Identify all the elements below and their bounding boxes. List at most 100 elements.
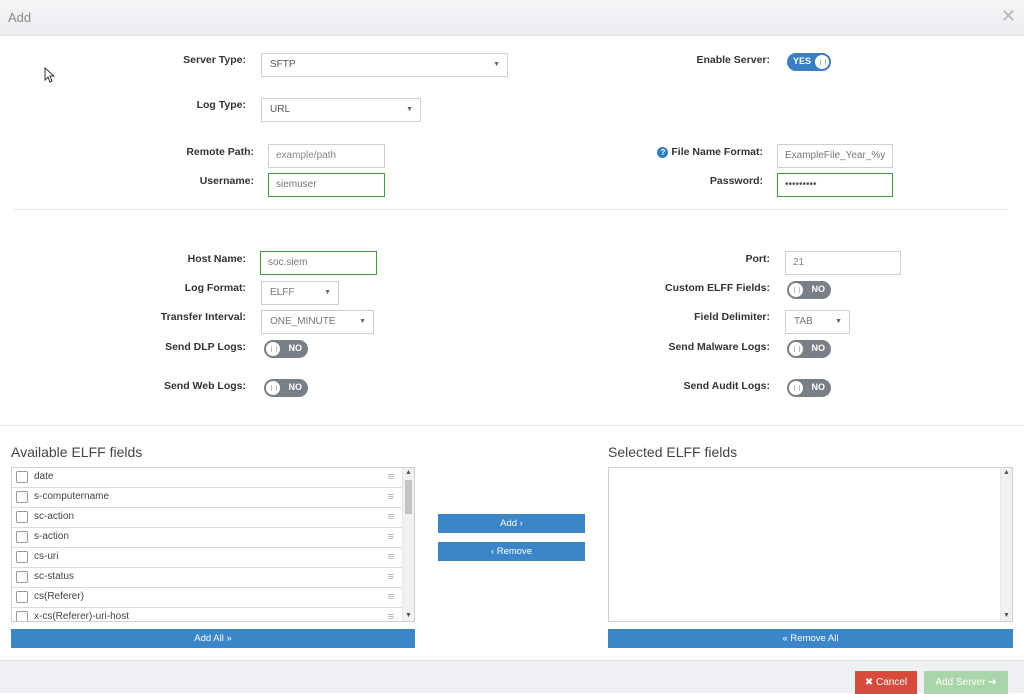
- toggle-knob: [266, 381, 280, 395]
- scroll-down-icon[interactable]: ▼: [403, 611, 414, 621]
- remove-button[interactable]: ‹ Remove: [438, 542, 585, 561]
- username-input[interactable]: siemuser: [268, 173, 385, 197]
- remote-path-input[interactable]: example/path: [268, 144, 385, 168]
- dialog-footer: ✖ Cancel Add Server ➔: [0, 660, 1024, 694]
- log-format-select[interactable]: ELFF ▼: [261, 281, 339, 305]
- selected-list-scrollbar[interactable]: ▲ ▼: [1000, 468, 1012, 621]
- add-server-button[interactable]: Add Server ➔: [924, 671, 1008, 694]
- chevron-down-icon: ▼: [324, 289, 331, 296]
- checkbox[interactable]: [16, 611, 28, 621]
- log-type-select[interactable]: URL ▼: [261, 98, 421, 122]
- server-type-label: Server Type:: [183, 54, 246, 66]
- send-audit-logs-toggle[interactable]: NO: [787, 379, 831, 397]
- available-list-scrollbar[interactable]: ▲ ▼: [402, 468, 414, 621]
- transfer-interval-value: ONE_MINUTE: [270, 316, 336, 327]
- transfer-interval-select[interactable]: ONE_MINUTE ▼: [261, 310, 374, 334]
- transfer-interval-label: Transfer Interval:: [160, 311, 246, 323]
- send-audit-logs-state: NO: [811, 382, 826, 392]
- drag-handle-icon[interactable]: ≡: [388, 571, 394, 583]
- mouse-cursor-icon: [44, 67, 56, 83]
- field-delimiter-select[interactable]: TAB ▼: [785, 310, 850, 334]
- host-name-input[interactable]: soc.siem: [260, 251, 377, 275]
- drag-handle-icon[interactable]: ≡: [388, 591, 394, 603]
- drag-handle-icon[interactable]: ≡: [388, 511, 394, 523]
- drag-handle-icon[interactable]: ≡: [388, 611, 394, 621]
- add-button[interactable]: Add ›: [438, 514, 585, 533]
- server-type-select[interactable]: SFTP ▼: [261, 53, 508, 77]
- custom-elff-fields-toggle[interactable]: NO: [787, 281, 831, 299]
- log-type-value: URL: [270, 104, 291, 115]
- toggle-knob: [266, 342, 280, 356]
- port-input[interactable]: 21: [785, 251, 901, 275]
- field-delimiter-value: TAB: [794, 316, 813, 327]
- checkbox[interactable]: [16, 491, 28, 503]
- field-name: s-action: [34, 531, 70, 542]
- checkbox[interactable]: [16, 531, 28, 543]
- add-all-button[interactable]: Add All »: [11, 629, 415, 648]
- scroll-down-icon[interactable]: ▼: [1001, 611, 1012, 621]
- list-item[interactable]: cs-uri ≡: [12, 548, 402, 568]
- field-name: date: [34, 471, 54, 482]
- file-name-format-input[interactable]: ExampleFile_Year_%y: [777, 144, 893, 168]
- send-dlp-logs-state: NO: [288, 343, 303, 353]
- list-item[interactable]: x-cs(Referer)-uri-host ≡: [12, 608, 402, 621]
- section-divider: [0, 425, 1024, 426]
- field-name: cs(Referer): [34, 591, 85, 602]
- scroll-up-icon[interactable]: ▲: [1001, 468, 1012, 478]
- scroll-up-icon[interactable]: ▲: [403, 468, 414, 478]
- remote-path-label: Remote Path:: [186, 146, 254, 158]
- send-web-logs-label: Send Web Logs:: [163, 380, 246, 392]
- section-divider: [14, 209, 1008, 210]
- password-input[interactable]: •••••••••: [777, 173, 893, 197]
- drag-handle-icon[interactable]: ≡: [388, 491, 394, 503]
- log-format-value: ELFF: [270, 287, 295, 298]
- toggle-knob: [815, 55, 829, 69]
- list-item[interactable]: cs(Referer) ≡: [12, 588, 402, 608]
- checkbox[interactable]: [16, 591, 28, 603]
- list-item[interactable]: s-computername ≡: [12, 488, 402, 508]
- checkbox[interactable]: [16, 551, 28, 563]
- list-item[interactable]: sc-status ≡: [12, 568, 402, 588]
- dialog-titlebar: Add ✕: [0, 0, 1024, 36]
- available-fields-title: Available ELFF fields: [11, 444, 143, 460]
- field-name: s-computername: [34, 491, 110, 502]
- file-name-format-text: File Name Format:: [671, 146, 763, 158]
- checkbox[interactable]: [16, 511, 28, 523]
- drag-handle-icon[interactable]: ≡: [388, 471, 394, 483]
- list-item[interactable]: s-action ≡: [12, 528, 402, 548]
- username-label: Username:: [199, 175, 254, 187]
- server-type-value: SFTP: [270, 59, 296, 70]
- field-name: sc-status: [34, 571, 75, 582]
- drag-handle-icon[interactable]: ≡: [388, 551, 394, 563]
- port-label: Port:: [745, 253, 771, 265]
- field-name: sc-action: [34, 511, 75, 522]
- field-delimiter-label: Field Delimiter:: [694, 311, 770, 323]
- toggle-knob: [789, 283, 803, 297]
- checkbox[interactable]: [16, 571, 28, 583]
- cancel-button[interactable]: ✖ Cancel: [855, 671, 917, 694]
- enable-server-state: YES: [793, 56, 812, 66]
- checkbox[interactable]: [16, 471, 28, 483]
- close-icon[interactable]: ✕: [1001, 7, 1016, 25]
- enable-server-toggle[interactable]: YES: [787, 53, 831, 71]
- file-name-format-label: ? File Name Format:: [657, 146, 763, 158]
- list-item[interactable]: date ≡: [12, 468, 402, 488]
- chevron-down-icon: ▼: [359, 318, 366, 325]
- chevron-down-icon: ▼: [835, 318, 842, 325]
- enable-server-label: Enable Server:: [696, 54, 770, 66]
- send-malware-logs-state: NO: [811, 343, 826, 353]
- log-format-label: Log Format:: [184, 282, 246, 294]
- scroll-thumb[interactable]: [405, 480, 412, 514]
- chevron-down-icon: ▼: [493, 61, 500, 68]
- selected-fields-title: Selected ELFF fields: [608, 444, 738, 460]
- send-malware-logs-toggle[interactable]: NO: [787, 340, 831, 358]
- send-web-logs-toggle[interactable]: NO: [264, 379, 308, 397]
- list-item[interactable]: sc-action ≡: [12, 508, 402, 528]
- custom-elff-fields-state: NO: [811, 284, 826, 294]
- send-malware-logs-label: Send Malware Logs:: [668, 341, 770, 353]
- drag-handle-icon[interactable]: ≡: [388, 531, 394, 543]
- log-type-label: Log Type:: [196, 99, 246, 111]
- remove-all-button[interactable]: « Remove All: [608, 629, 1013, 648]
- send-dlp-logs-toggle[interactable]: NO: [264, 340, 308, 358]
- help-icon[interactable]: ?: [657, 147, 669, 158]
